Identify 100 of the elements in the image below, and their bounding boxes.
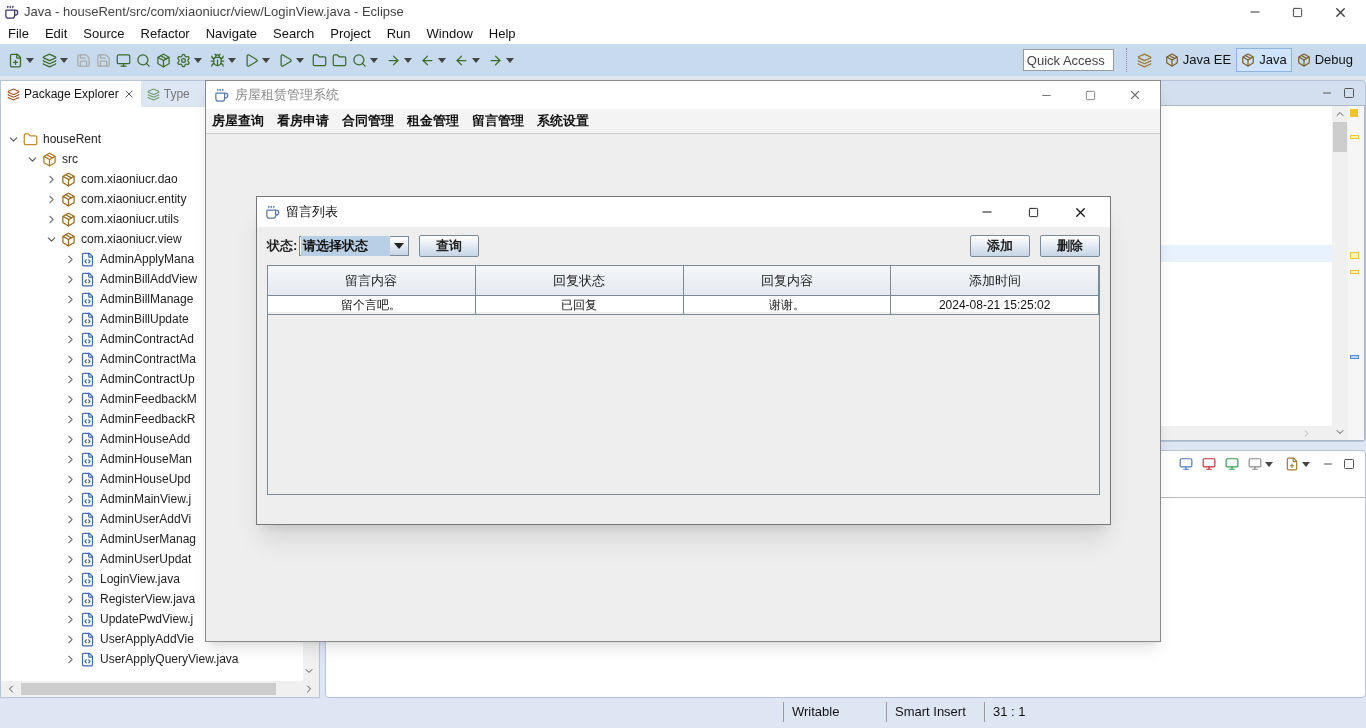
- menu-item[interactable]: Run: [386, 24, 411, 44]
- new-file-icon[interactable]: [8, 52, 23, 68]
- perspective-button[interactable]: Java EE: [1159, 48, 1237, 72]
- tree-item[interactable]: AdminBillManage: [100, 290, 194, 308]
- menu-item[interactable]: File: [8, 24, 29, 44]
- caret-icon[interactable]: [1302, 461, 1310, 467]
- java-file-icon: [80, 391, 95, 407]
- menu-item[interactable]: Project: [330, 24, 371, 44]
- menu-item[interactable]: 看房申请: [277, 111, 329, 131]
- query-button[interactable]: 查询: [419, 235, 480, 257]
- menu-item[interactable]: 系统设置: [537, 111, 589, 131]
- view-tab[interactable]: Type: [140, 81, 196, 107]
- horizontal-scrollbar[interactable]: [1, 681, 319, 697]
- add-button[interactable]: 添加: [970, 235, 1030, 257]
- caret-icon[interactable]: [438, 57, 446, 63]
- tree-item[interactable]: AdminUserAddVi: [100, 510, 192, 528]
- java-file-icon: [80, 551, 95, 567]
- menu-item[interactable]: Refactor: [140, 24, 190, 44]
- tree-item[interactable]: UserApplyQueryView.java: [100, 650, 239, 668]
- status-text: Writable: [783, 702, 886, 722]
- new-package-icon[interactable]: [156, 52, 171, 68]
- debug-icon[interactable]: [210, 52, 225, 68]
- tree-item[interactable]: AdminBillAddView: [100, 270, 198, 288]
- caret-icon[interactable]: [26, 57, 34, 63]
- column-header[interactable]: 回复内容: [683, 266, 892, 296]
- tree-item[interactable]: com.xiaoniucr.dao: [81, 170, 178, 188]
- tree-item[interactable]: AdminUserManag: [100, 530, 197, 548]
- tree-item[interactable]: AdminUserUpdat: [100, 550, 192, 568]
- perspective-button[interactable]: Java: [1236, 48, 1292, 72]
- menu-item[interactable]: Navigate: [205, 24, 257, 44]
- forward-icon[interactable]: [488, 52, 503, 68]
- tree-item[interactable]: AdminFeedbackR: [100, 410, 196, 428]
- tree-item[interactable]: UpdatePwdView.j: [100, 610, 194, 628]
- perspective-button[interactable]: Debug: [1291, 48, 1358, 72]
- caret-icon[interactable]: [370, 57, 378, 63]
- tree-item[interactable]: AdminContractMa: [100, 350, 197, 368]
- maximize-icon[interactable]: [1028, 206, 1039, 218]
- menu-item[interactable]: 房屋查询: [212, 111, 264, 131]
- tree-item[interactable]: com.xiaoniucr.utils: [81, 210, 180, 228]
- scrollbar-thumb[interactable]: [21, 683, 276, 695]
- monitor-icon[interactable]: [116, 52, 131, 68]
- delete-button[interactable]: 删除: [1040, 235, 1100, 257]
- status-dropdown[interactable]: 请选择状态: [299, 236, 410, 256]
- menu-item[interactable]: Window: [426, 24, 473, 44]
- caret-icon[interactable]: [506, 57, 514, 63]
- caret-icon[interactable]: [228, 57, 236, 63]
- back-icon[interactable]: [454, 52, 469, 68]
- caret-icon[interactable]: [194, 57, 202, 63]
- previous-icon[interactable]: [420, 52, 435, 68]
- next-icon[interactable]: [386, 52, 401, 68]
- folder-icon[interactable]: [332, 52, 347, 68]
- caret-icon[interactable]: [262, 57, 270, 63]
- view-tab[interactable]: Package Explorer: [1, 81, 141, 107]
- search-icon[interactable]: [352, 52, 367, 68]
- tree-item[interactable]: com.xiaoniucr.view: [81, 230, 182, 248]
- java-file-icon: [80, 271, 95, 287]
- caret-icon[interactable]: [1265, 461, 1273, 467]
- java-file-icon: [80, 611, 95, 627]
- dropdown-arrow-icon[interactable]: [394, 243, 405, 249]
- tree-item[interactable]: UserApplyAddVie: [100, 630, 194, 648]
- maximize-icon[interactable]: [1343, 458, 1355, 470]
- tree-item[interactable]: AdminHouseMan: [100, 450, 193, 468]
- menu-item[interactable]: Search: [273, 24, 315, 44]
- tree-item[interactable]: AdminHouseAdd: [100, 430, 191, 448]
- maximize-icon[interactable]: [1292, 6, 1303, 18]
- tree-item[interactable]: AdminMainView.j: [100, 490, 192, 508]
- tree-item[interactable]: LoginView.java: [100, 570, 180, 588]
- console-icon[interactable]: [1179, 457, 1193, 471]
- menu-item[interactable]: 留言管理: [472, 111, 524, 131]
- tree-item[interactable]: src: [62, 150, 78, 168]
- tree-item[interactable]: AdminContractAd: [100, 330, 195, 348]
- gear-icon[interactable]: [176, 52, 191, 68]
- caret-icon[interactable]: [296, 57, 304, 63]
- tree-item[interactable]: AdminApplyMana: [100, 250, 195, 268]
- filter-label: 状态:: [267, 237, 298, 256]
- menu-item[interactable]: Help: [488, 24, 516, 44]
- window-title: Java - houseRent/src/com/xiaoniucr/view/LoginView.java - Eclipse: [24, 3, 404, 22]
- scrollbar-thumb[interactable]: [1333, 122, 1347, 152]
- tree-item[interactable]: houseRent: [43, 130, 102, 148]
- column-header[interactable]: 回复状态: [475, 266, 684, 296]
- tree-item[interactable]: AdminHouseUpd: [100, 470, 191, 488]
- column-header[interactable]: 留言内容: [268, 266, 476, 296]
- quick-access-field[interactable]: Quick Access: [1022, 49, 1114, 71]
- tree-item[interactable]: AdminFeedbackM: [100, 390, 197, 408]
- tree-item[interactable]: com.xiaoniucr.entity: [81, 190, 187, 208]
- maximize-icon[interactable]: [1343, 87, 1355, 99]
- caret-icon[interactable]: [472, 57, 480, 63]
- tree-item[interactable]: AdminBillUpdate: [100, 310, 189, 328]
- menu-item[interactable]: Source: [83, 24, 125, 44]
- search-icon[interactable]: [136, 52, 151, 68]
- column-header[interactable]: 添加时间: [891, 266, 1099, 296]
- menu-item[interactable]: 租金管理: [407, 111, 459, 131]
- tree-item[interactable]: AdminContractUp: [100, 370, 195, 388]
- menu-item[interactable]: 合同管理: [342, 111, 394, 131]
- caret-icon[interactable]: [404, 57, 412, 63]
- caret-icon[interactable]: [60, 57, 68, 63]
- tree-item[interactable]: RegisterView.java: [100, 590, 196, 608]
- vertical-scrollbar[interactable]: [1332, 106, 1348, 440]
- menu-item[interactable]: Edit: [44, 24, 68, 44]
- run-icon[interactable]: [244, 52, 259, 68]
